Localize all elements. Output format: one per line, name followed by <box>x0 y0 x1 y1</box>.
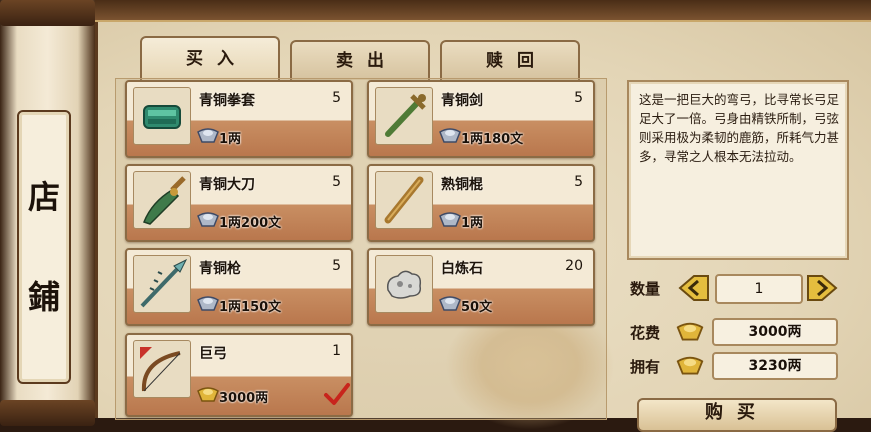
gold-ingot-icon <box>676 322 704 341</box>
buy-button[interactable]: 购买 <box>637 398 837 432</box>
tab-sell[interactable]: 卖出 <box>290 40 430 80</box>
item-price: 3000两 <box>219 391 269 406</box>
item-quantity: 5 <box>332 90 341 106</box>
silver-ingot-icon <box>197 296 219 311</box>
silver-ingot-icon <box>197 212 219 227</box>
owned-value: 3230两 <box>712 352 838 380</box>
white-stone-icon <box>375 255 433 313</box>
shop-item-bronze-broadsword[interactable]: 青铜大刀 5 1两200文 <box>125 164 353 242</box>
shop-item-white-stone[interactable]: 白炼石 20 50文 <box>367 248 595 326</box>
tab-redeem[interactable]: 赎回 <box>440 40 580 80</box>
item-name: 青铜枪 <box>199 261 241 277</box>
shop-item-bronze-knuckle[interactable]: 青铜拳套 5 1两 <box>125 80 353 158</box>
tab-buy[interactable]: 买入 <box>140 36 280 80</box>
silver-ingot-icon <box>197 128 219 143</box>
shop-title-char-2: 鋪 <box>27 278 60 316</box>
quantity-label: 数量 <box>630 280 661 298</box>
bronze-broadsword-icon <box>133 171 191 229</box>
scroll-top-rod <box>0 0 95 26</box>
item-quantity: 5 <box>332 174 341 190</box>
owned-label: 拥有 <box>630 358 661 376</box>
checkmark-icon <box>324 383 350 405</box>
shop-title-scroll: 店 鋪 <box>0 0 95 426</box>
item-name: 熟铜棍 <box>441 177 483 193</box>
item-name: 巨弓 <box>199 346 227 362</box>
gold-ingot-icon <box>676 356 704 375</box>
item-price: 1两 <box>219 132 242 147</box>
item-quantity: 5 <box>574 90 583 106</box>
item-name: 青铜拳套 <box>199 93 255 109</box>
silver-ingot-icon <box>439 128 461 143</box>
bronze-sword-icon <box>375 87 433 145</box>
copper-staff-icon <box>375 171 433 229</box>
scroll-title-panel: 店 鋪 <box>17 110 71 384</box>
shop-item-bronze-spear[interactable]: 青铜枪 5 1两150文 <box>125 248 353 326</box>
item-price: 50文 <box>461 300 493 315</box>
scroll-bottom-rod <box>0 400 95 426</box>
quantity-input[interactable]: 1 <box>715 274 803 304</box>
item-name: 白炼石 <box>441 261 483 277</box>
item-quantity: 5 <box>574 174 583 190</box>
item-description-box: 这是一把巨大的弯弓，比寻常长弓足足大了一倍。弓身由精铁所制，弓弦则采用极为柔韧的… <box>627 80 849 260</box>
item-quantity: 5 <box>332 258 341 274</box>
bronze-knuckle-icon <box>133 87 191 145</box>
cost-value: 3000两 <box>712 318 838 346</box>
item-name: 青铜剑 <box>441 93 483 109</box>
shop-title-char-1: 店 <box>27 178 60 216</box>
gold-ingot-icon <box>197 387 219 402</box>
item-quantity: 1 <box>332 343 341 359</box>
item-price: 1两150文 <box>219 300 282 315</box>
item-price: 1两180文 <box>461 132 524 147</box>
shop-item-bronze-sword[interactable]: 青铜剑 5 1两180文 <box>367 80 595 158</box>
item-description: 这是一把巨大的弯弓，比寻常长弓足足大了一倍。弓身由精铁所制，弓弦则采用极为柔韧的… <box>639 92 840 164</box>
giant-bow-icon <box>133 340 191 398</box>
item-name: 青铜大刀 <box>199 177 255 193</box>
decrease-quantity-button[interactable] <box>678 272 710 304</box>
silver-ingot-icon <box>439 296 461 311</box>
shop-item-giant-bow[interactable]: 巨弓 1 3000两 <box>125 333 353 417</box>
cost-label: 花费 <box>630 324 661 342</box>
item-price: 1两 <box>461 216 484 231</box>
increase-quantity-button[interactable] <box>806 272 838 304</box>
item-price: 1两200文 <box>219 216 282 231</box>
shop-item-copper-staff[interactable]: 熟铜棍 5 1两 <box>367 164 595 242</box>
item-quantity: 20 <box>565 258 583 274</box>
bronze-spear-icon <box>133 255 191 313</box>
silver-ingot-icon <box>439 212 461 227</box>
panel-top-border <box>95 0 871 22</box>
